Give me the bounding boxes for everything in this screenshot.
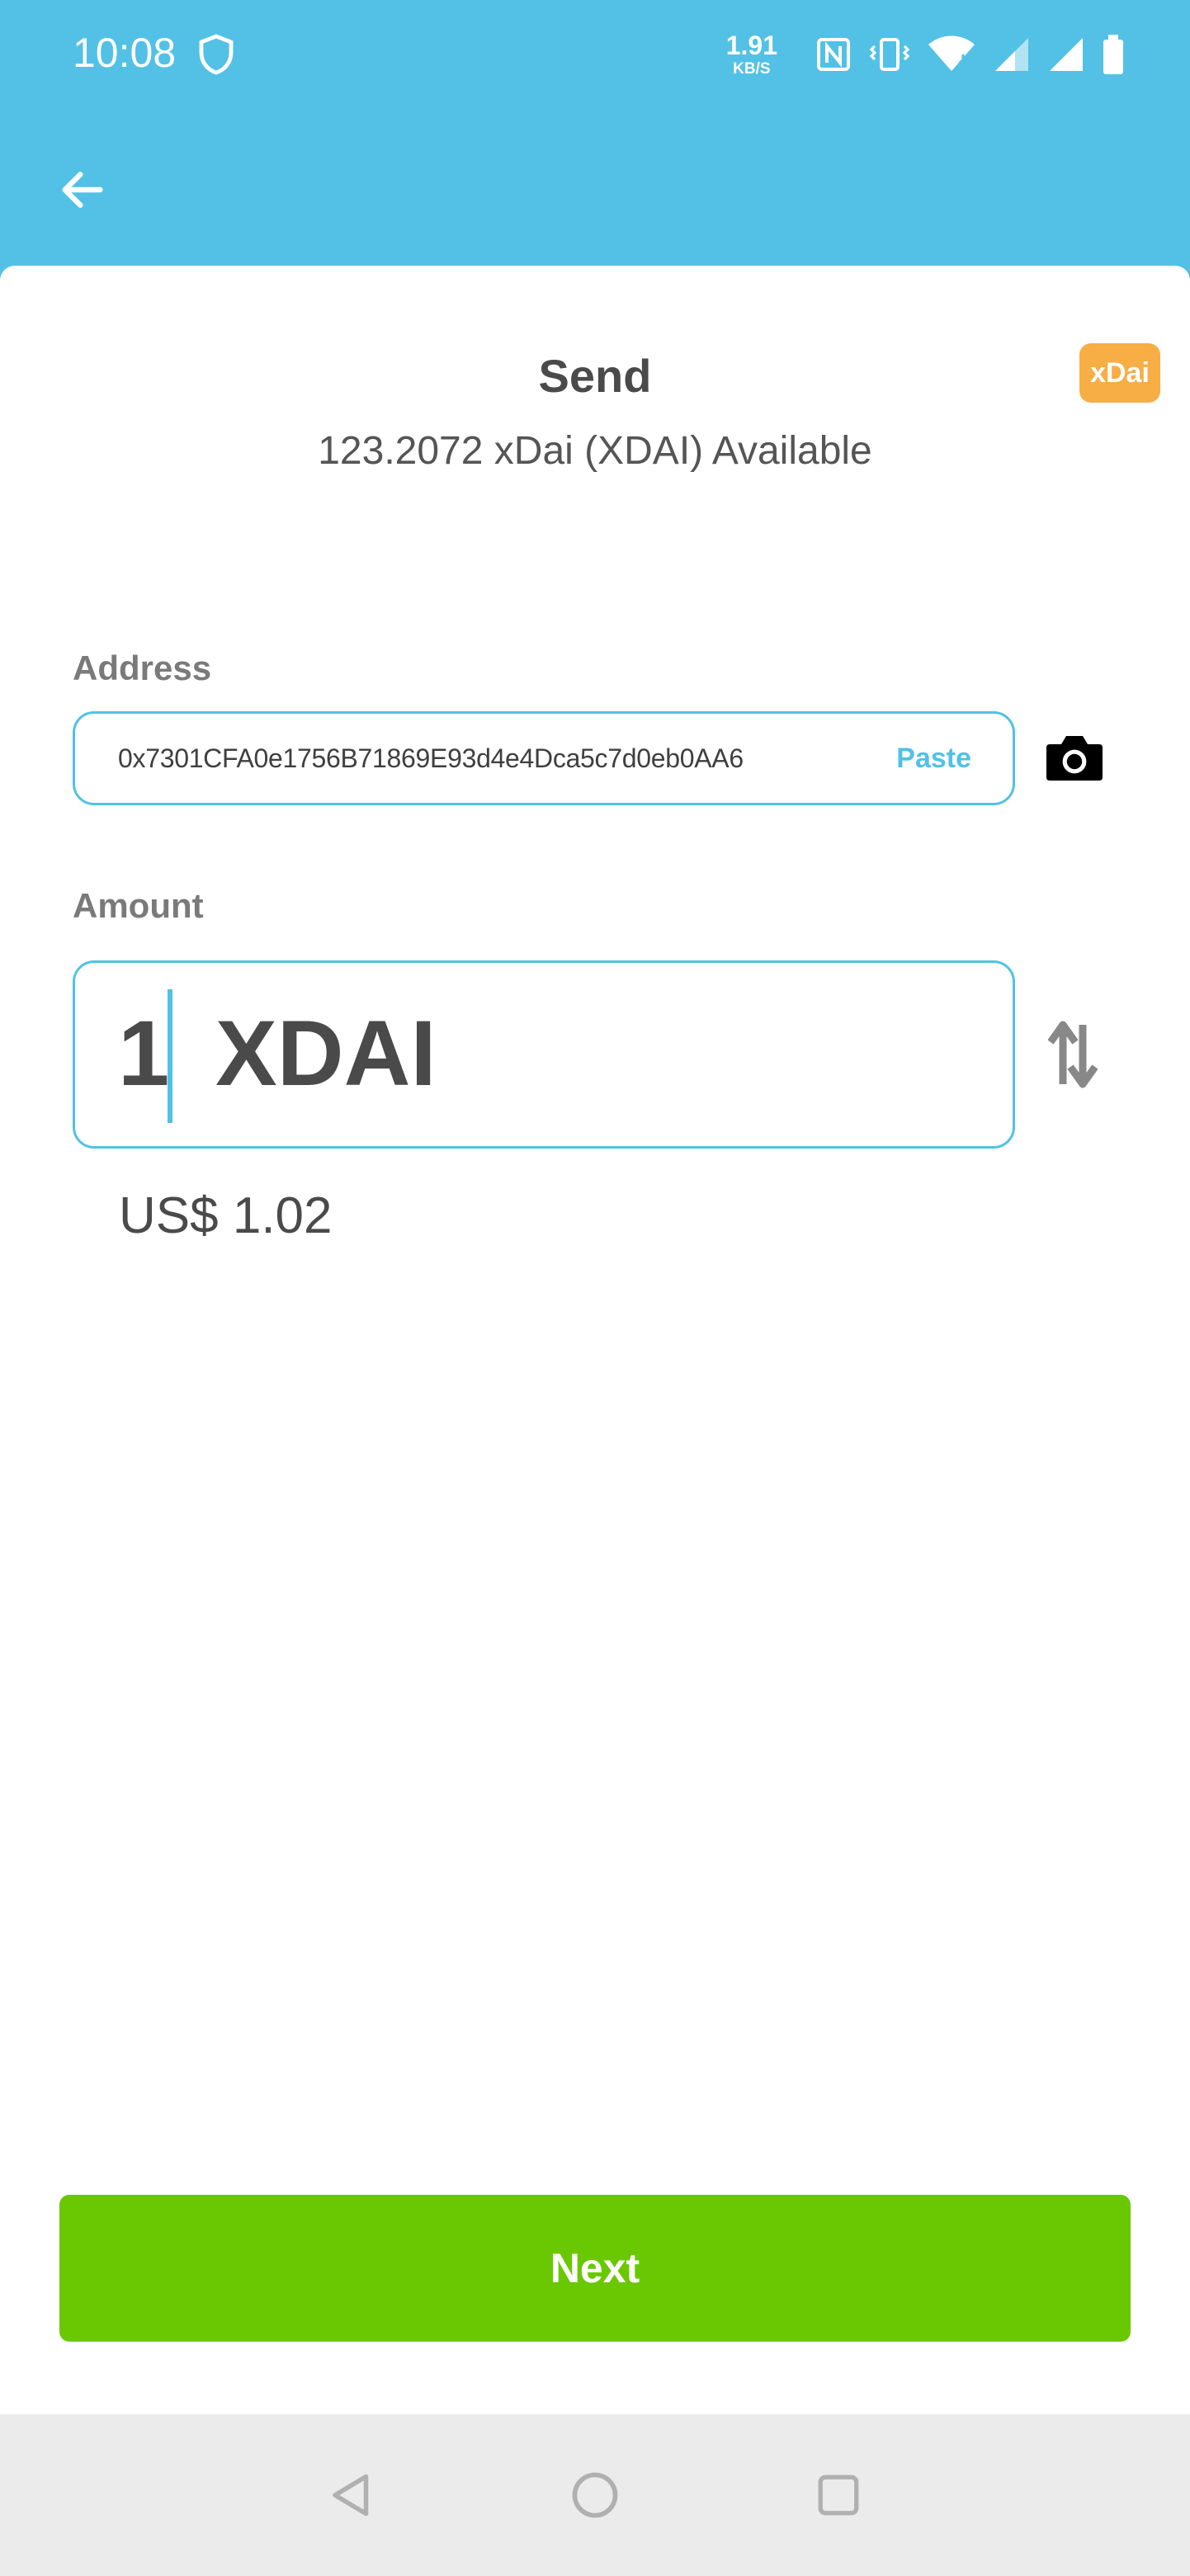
nav-home-button[interactable]	[560, 2460, 630, 2530]
nfc-icon	[817, 38, 850, 71]
triangle-back-icon	[333, 2474, 369, 2517]
wifi-icon	[928, 35, 975, 71]
nav-recents-button[interactable]	[804, 2460, 873, 2530]
signal-icon	[1050, 38, 1083, 71]
network-speed-unit: KB/S	[733, 60, 771, 78]
send-card	[0, 266, 1190, 2414]
back-button[interactable]	[46, 153, 119, 226]
address-label: Address	[73, 649, 212, 687]
status-bar: 10:08 1.91 KB/S	[0, 0, 1190, 109]
amount-unit: XDAI	[215, 1002, 437, 1105]
address-value: 0x7301CFA0e1756B71869E93d4e4Dca5c7d0eb0A…	[118, 743, 744, 773]
nav-back-button[interactable]	[317, 2460, 386, 2530]
circle-home-icon	[572, 2472, 618, 2518]
network-speed-value: 1.91	[725, 31, 777, 60]
fiat-equivalent: US$ 1.02	[119, 1187, 333, 1244]
arrow-left-icon	[62, 172, 103, 208]
swap-currency-button[interactable]	[1041, 1017, 1104, 1092]
network-speed: 1.91 KB/S	[726, 32, 777, 77]
scan-qr-button[interactable]	[1043, 726, 1106, 789]
amount-value: 1	[118, 1002, 170, 1105]
text-cursor	[168, 989, 172, 1123]
shield-icon	[199, 34, 234, 75]
vibrate-icon	[869, 38, 910, 71]
token-badge: xDai	[1079, 343, 1160, 403]
available-balance: 123.2072 xDai (XDAI) Available	[318, 429, 872, 473]
status-icons: 1.91 KB/S	[726, 23, 1126, 86]
system-nav-bar	[0, 2414, 1190, 2576]
signal-icon	[995, 38, 1028, 71]
paste-button[interactable]: Paste	[896, 714, 971, 803]
square-recents-icon	[818, 2475, 859, 2516]
amount-input[interactable]: 1 XDAI	[73, 960, 1015, 1149]
swap-vertical-icon	[1048, 1021, 1098, 1088]
address-input[interactable]: 0x7301CFA0e1756B71869E93d4e4Dca5c7d0eb0A…	[73, 711, 1015, 805]
page-title: Send	[538, 350, 652, 402]
amount-label: Amount	[73, 886, 204, 925]
status-time: 10:08	[73, 30, 177, 76]
app-bar	[0, 109, 1190, 266]
camera-icon	[1046, 736, 1103, 781]
battery-icon	[1103, 35, 1123, 74]
next-button[interactable]: Next	[59, 2195, 1131, 2342]
